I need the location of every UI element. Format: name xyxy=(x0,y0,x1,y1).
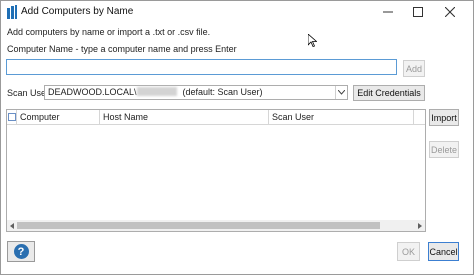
select-all-cell[interactable] xyxy=(7,110,17,124)
select-all-checkbox[interactable] xyxy=(7,113,16,121)
chevron-down-icon xyxy=(338,90,345,95)
scan-user-label: Scan User xyxy=(7,88,50,98)
column-header-computer[interactable]: Computer xyxy=(17,110,100,124)
import-button[interactable]: Import xyxy=(429,109,459,126)
window-title: Add Computers by Name xyxy=(21,6,134,17)
app-icon xyxy=(7,5,17,19)
scan-user-select[interactable]: DEADWOOD.LOCAL\ (default: Scan User) xyxy=(44,85,348,100)
help-button[interactable]: ? xyxy=(7,241,35,262)
add-button[interactable]: Add xyxy=(403,60,425,77)
mouse-cursor-icon xyxy=(308,34,317,47)
computer-name-label: Computer Name - type a computer name and… xyxy=(7,44,237,54)
intro-text: Add computers by name or import a .txt o… xyxy=(7,27,211,37)
close-icon xyxy=(445,7,455,17)
dropdown-button[interactable] xyxy=(335,86,347,99)
scan-user-default: (default: Scan User) xyxy=(182,87,263,97)
scroll-left-button[interactable] xyxy=(7,220,17,231)
computers-grid[interactable]: Computer Host Name Scan User xyxy=(6,109,426,232)
redacted-username xyxy=(136,87,177,96)
column-header-scan-user[interactable]: Scan User xyxy=(269,110,414,124)
computer-name-input[interactable] xyxy=(6,59,397,75)
minimize-button[interactable] xyxy=(371,1,405,23)
delete-button[interactable]: Delete xyxy=(429,141,459,158)
scrollbar-thumb[interactable] xyxy=(17,222,380,229)
maximize-button[interactable] xyxy=(401,1,435,23)
chevron-right-icon xyxy=(418,222,422,229)
ok-button[interactable]: OK xyxy=(397,242,420,261)
title-bar[interactable]: Add Computers by Name xyxy=(1,1,473,23)
scan-user-domain: DEADWOOD.LOCAL\ xyxy=(48,87,137,97)
scan-user-value: DEADWOOD.LOCAL\ (default: Scan User) xyxy=(48,87,263,97)
help-icon: ? xyxy=(13,244,29,259)
cancel-button[interactable]: Cancel xyxy=(428,242,459,261)
minimize-icon xyxy=(383,11,393,13)
horizontal-scrollbar[interactable] xyxy=(7,220,425,231)
column-header-host-name[interactable]: Host Name xyxy=(100,110,269,124)
maximize-icon xyxy=(413,7,423,17)
scroll-right-button[interactable] xyxy=(415,220,425,231)
chevron-left-icon xyxy=(10,222,14,229)
edit-credentials-button[interactable]: Edit Credentials xyxy=(353,85,425,101)
add-computers-dialog: Add Computers by Name Add computers by n… xyxy=(0,0,474,275)
grid-header: Computer Host Name Scan User xyxy=(7,110,425,125)
close-button[interactable] xyxy=(433,1,467,23)
